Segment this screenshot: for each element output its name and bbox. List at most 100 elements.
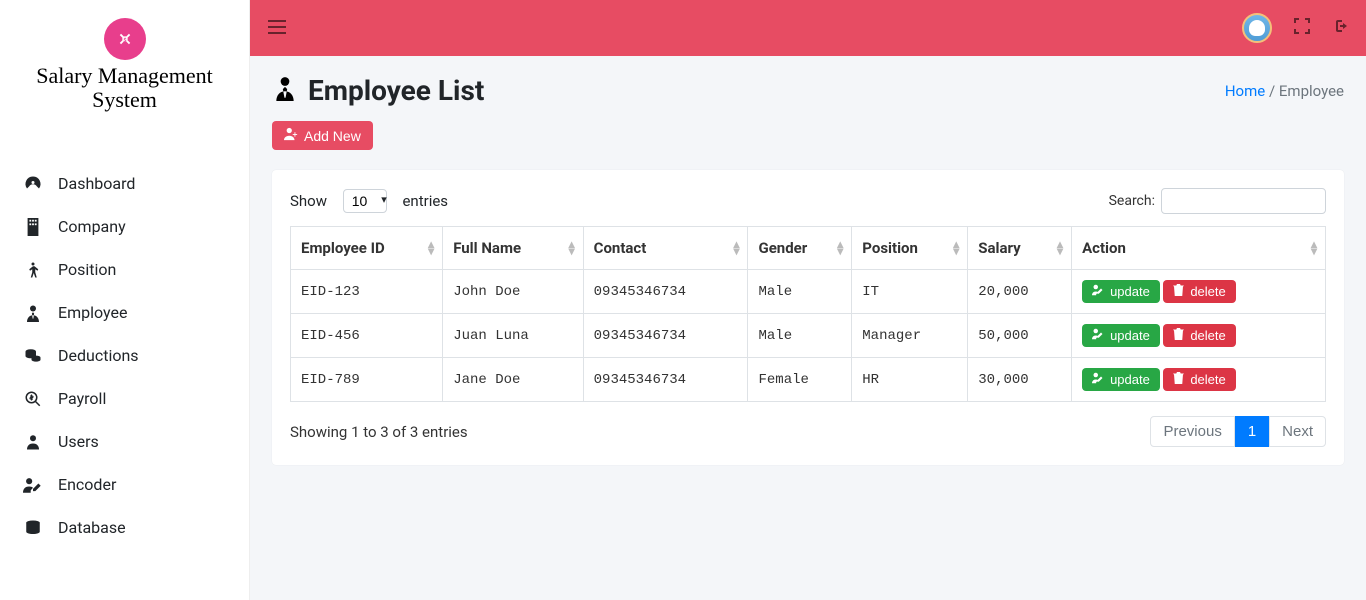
pagination: Previous 1 Next — [1150, 416, 1326, 447]
cell-salary: 30,000 — [968, 358, 1072, 402]
sidebar-item-label: Database — [58, 518, 126, 537]
user-edit-icon — [1092, 284, 1104, 299]
trash-icon — [1173, 372, 1184, 387]
user-avatar[interactable] — [1242, 13, 1272, 43]
sidebar-item-label: Dashboard — [58, 174, 135, 193]
update-button[interactable]: update — [1082, 368, 1160, 391]
sort-icon: ▴▾ — [733, 241, 739, 255]
coins-icon — [22, 347, 44, 365]
page-title: Employee List — [272, 74, 484, 107]
cell-name: Jane Doe — [443, 358, 583, 402]
cell-id: EID-789 — [291, 358, 443, 402]
cell-action: update delete — [1072, 270, 1326, 314]
table-row: EID-456Juan Luna09345346734MaleManager50… — [291, 314, 1326, 358]
sidebar-item-dashboard[interactable]: Dashboard — [0, 162, 249, 205]
column-header[interactable]: Gender▴▾ — [748, 227, 852, 270]
sidebar-item-database[interactable]: Database — [0, 506, 249, 549]
user-icon — [22, 433, 44, 451]
add-new-button[interactable]: Add New — [272, 121, 373, 150]
sidebar-item-label: Payroll — [58, 389, 106, 408]
sidebar-item-label: Encoder — [58, 475, 116, 494]
cell-salary: 20,000 — [968, 270, 1072, 314]
brand-logo-icon: $ — [104, 18, 146, 60]
sidebar-item-deductions[interactable]: Deductions — [0, 334, 249, 377]
cell-action: update delete — [1072, 358, 1326, 402]
user-tie-icon — [22, 304, 44, 322]
fullscreen-icon[interactable] — [1294, 18, 1310, 38]
sidebar-item-company[interactable]: Company — [0, 205, 249, 248]
sort-icon: ▴▾ — [837, 241, 843, 255]
cell-contact: 09345346734 — [583, 270, 748, 314]
length-label: Show 10 entries — [290, 189, 448, 213]
trash-icon — [1173, 284, 1184, 299]
cell-gender: Male — [748, 314, 852, 358]
cell-name: Juan Luna — [443, 314, 583, 358]
sidebar-item-label: Employee — [58, 303, 127, 322]
delete-button[interactable]: delete — [1163, 324, 1235, 347]
dashboard-icon — [22, 175, 44, 193]
cell-id: EID-123 — [291, 270, 443, 314]
length-select[interactable]: 10 — [343, 189, 387, 213]
employee-table: Employee ID▴▾Full Name▴▾Contact▴▾Gender▴… — [290, 226, 1326, 402]
user-edit-icon — [1092, 372, 1104, 387]
update-button[interactable]: update — [1082, 324, 1160, 347]
brand-text-line1: Salary Management — [10, 64, 239, 88]
user-edit-icon — [1092, 328, 1104, 343]
previous-button[interactable]: Previous — [1150, 416, 1234, 447]
table-row: EID-123John Doe09345346734MaleIT20,000 u… — [291, 270, 1326, 314]
column-header[interactable]: Position▴▾ — [852, 227, 968, 270]
sidebar-item-label: Position — [58, 260, 116, 279]
search-input[interactable] — [1161, 188, 1326, 214]
search-dollar-icon — [22, 390, 44, 408]
page-1-button[interactable]: 1 — [1235, 416, 1269, 447]
breadcrumb-home-link[interactable]: Home — [1225, 82, 1265, 100]
table-row: EID-789Jane Doe09345346734FemaleHR30,000… — [291, 358, 1326, 402]
cell-id: EID-456 — [291, 314, 443, 358]
column-header[interactable]: Full Name▴▾ — [443, 227, 583, 270]
sidebar-item-label: Deductions — [58, 346, 139, 365]
delete-button[interactable]: delete — [1163, 280, 1235, 303]
building-icon — [22, 218, 44, 236]
database-icon — [22, 519, 44, 537]
column-header[interactable]: Salary▴▾ — [968, 227, 1072, 270]
user-edit-icon — [22, 476, 44, 494]
sort-icon: ▴▾ — [569, 241, 575, 255]
cell-name: John Doe — [443, 270, 583, 314]
svg-text:$: $ — [123, 37, 126, 44]
sidebar-item-position[interactable]: Position — [0, 248, 249, 291]
sort-icon: ▴▾ — [953, 241, 959, 255]
table-info: Showing 1 to 3 of 3 entries — [290, 423, 468, 441]
sidebar-nav: Dashboard Company Position Employee Deductio… — [0, 162, 249, 549]
search-label: Search: — [1109, 193, 1155, 209]
brand-logo: $ Salary Management System — [0, 0, 249, 122]
sidebar-item-employee[interactable]: Employee — [0, 291, 249, 334]
logout-icon[interactable] — [1332, 18, 1348, 38]
cell-contact: 09345346734 — [583, 358, 748, 402]
brand-text-line2: System — [10, 88, 239, 112]
cell-salary: 50,000 — [968, 314, 1072, 358]
sidebar-item-label: Users — [58, 432, 99, 451]
column-header[interactable]: Contact▴▾ — [583, 227, 748, 270]
breadcrumb-current: Employee — [1279, 82, 1344, 100]
child-icon — [22, 261, 44, 279]
sort-icon: ▴▾ — [428, 241, 434, 255]
cell-action: update delete — [1072, 314, 1326, 358]
delete-button[interactable]: delete — [1163, 368, 1235, 391]
cell-gender: Male — [748, 270, 852, 314]
sidebar-item-encoder[interactable]: Encoder — [0, 463, 249, 506]
column-header[interactable]: Employee ID▴▾ — [291, 227, 443, 270]
sidebar-item-users[interactable]: Users — [0, 420, 249, 463]
hamburger-icon[interactable] — [268, 18, 286, 39]
sidebar-item-payroll[interactable]: Payroll — [0, 377, 249, 420]
breadcrumb: Home / Employee — [1225, 82, 1344, 100]
topbar — [250, 0, 1366, 56]
cell-contact: 09345346734 — [583, 314, 748, 358]
column-header[interactable]: Action▴▾ — [1072, 227, 1326, 270]
update-button[interactable]: update — [1082, 280, 1160, 303]
cell-position: IT — [852, 270, 968, 314]
sort-icon: ▴▾ — [1057, 241, 1063, 255]
sidebar: $ Salary Management System Dashboard Comp… — [0, 0, 250, 600]
trash-icon — [1173, 328, 1184, 343]
next-button[interactable]: Next — [1269, 416, 1326, 447]
user-plus-icon — [284, 127, 298, 144]
